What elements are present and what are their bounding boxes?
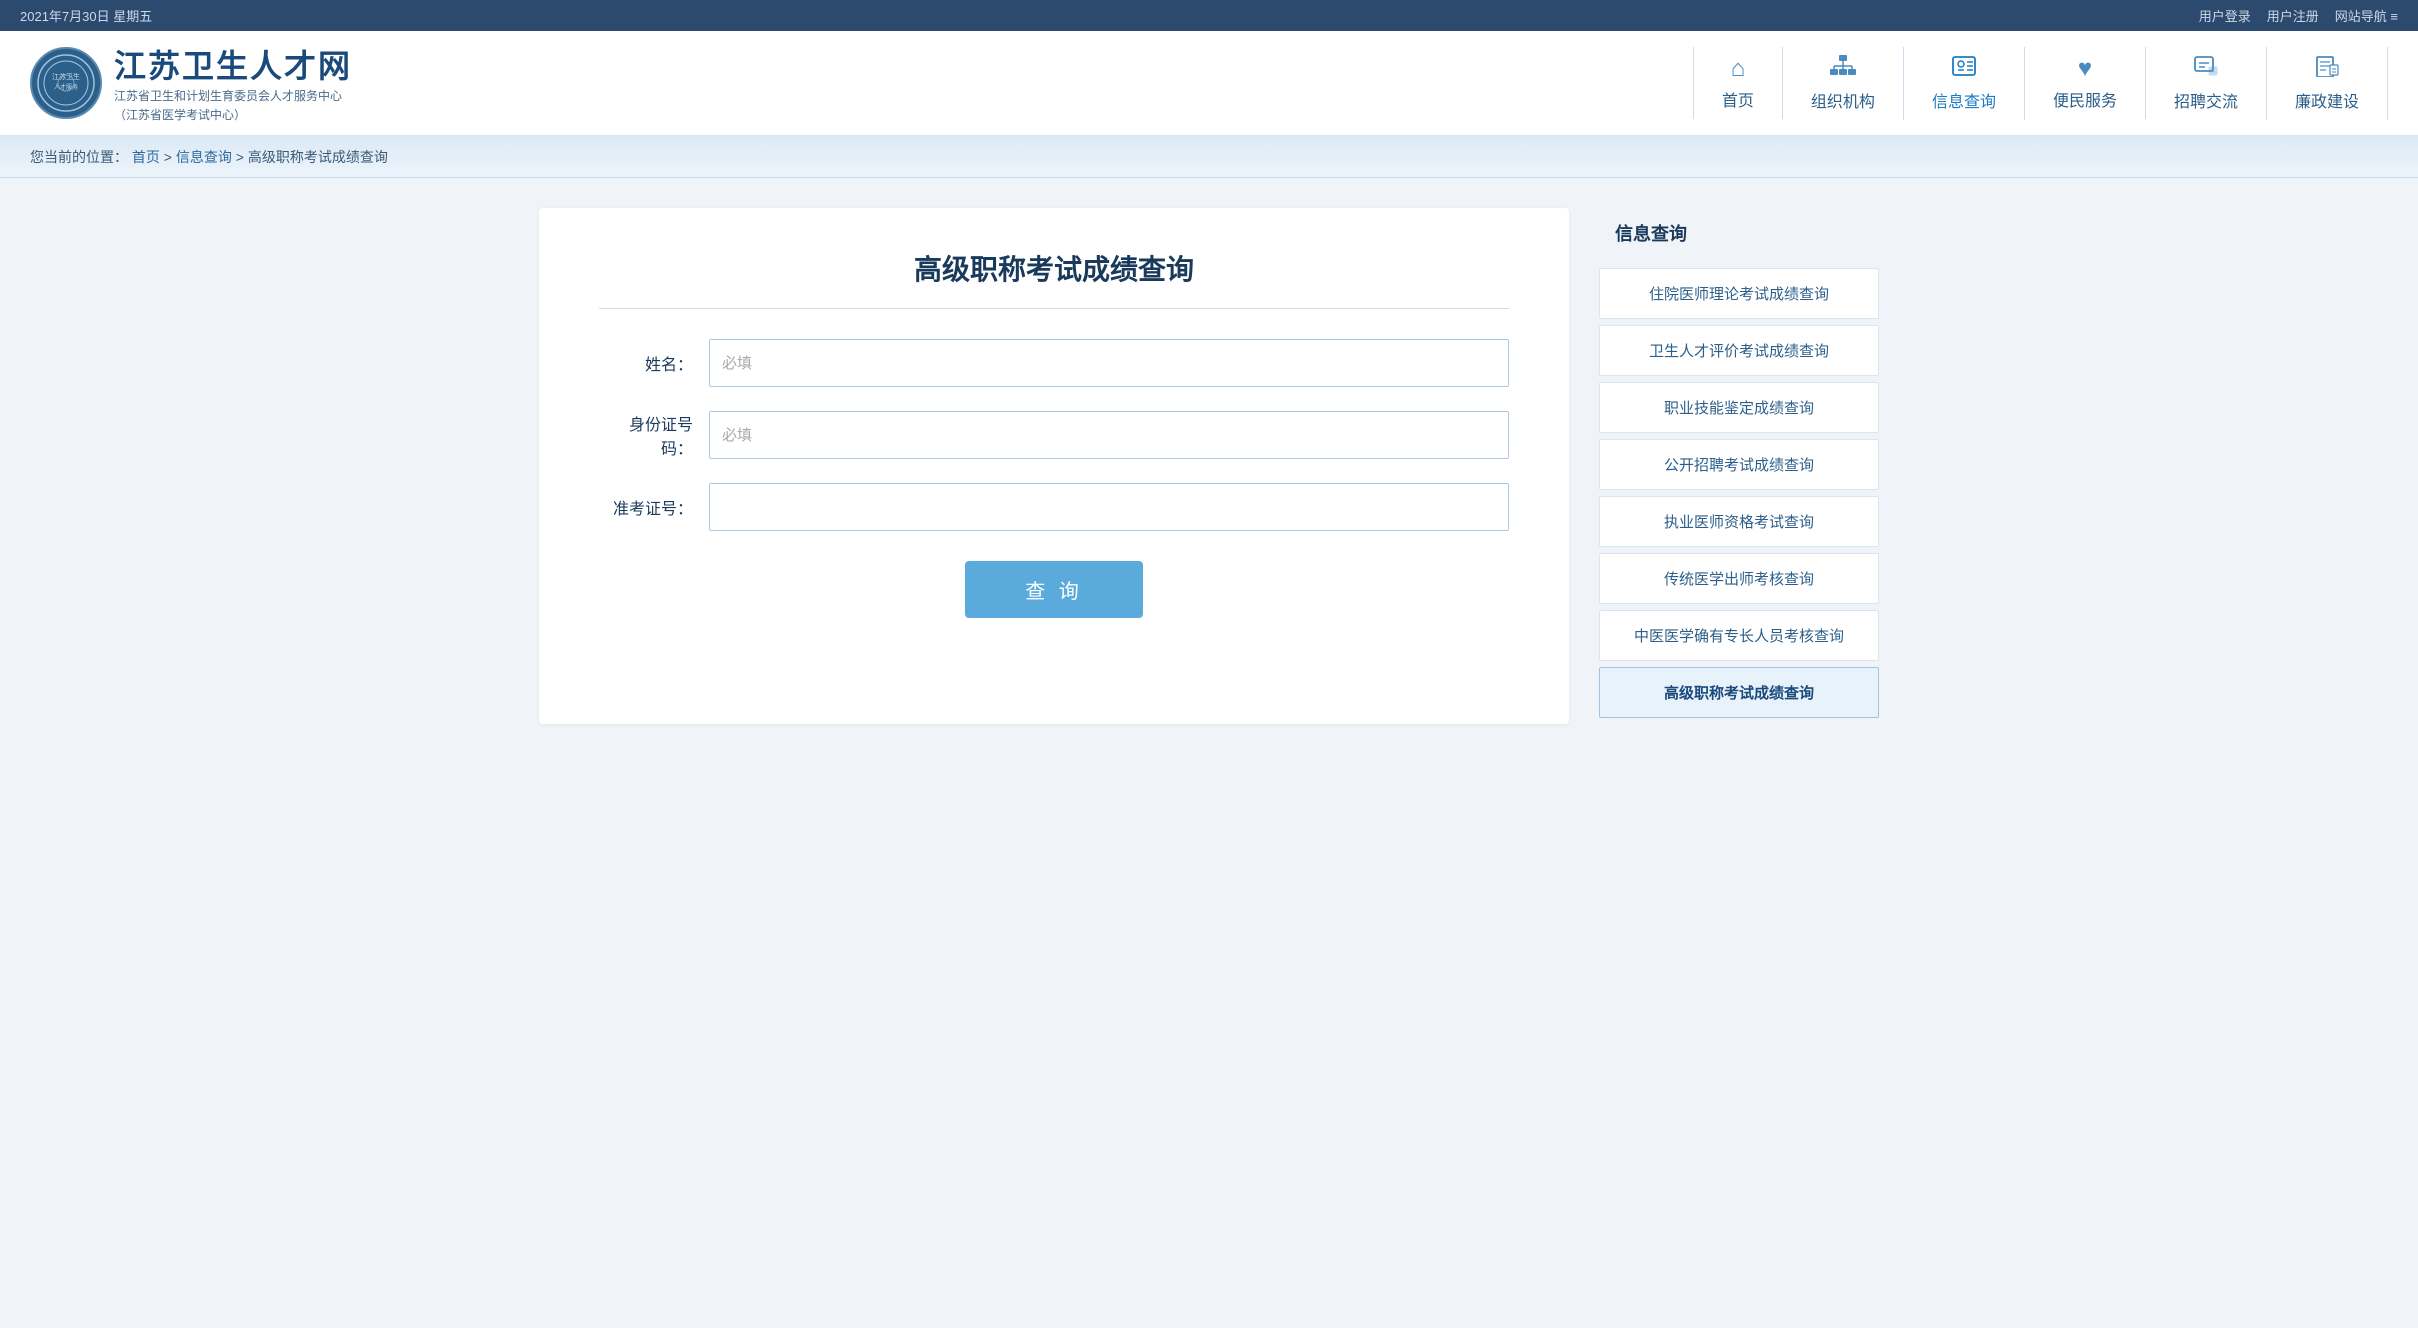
date-display: 2021年7月30日 星期五 <box>20 6 152 25</box>
site-name: 江苏卫生人才网 <box>114 41 352 87</box>
subtitle1: 江苏省卫生和计划生育委员会人才服务中心 <box>114 87 352 106</box>
nav-org[interactable]: 组织机构 <box>1783 47 1904 120</box>
logo-emblem: 江苏卫生 人才服务 <box>30 47 102 119</box>
svg-text:+: + <box>2212 69 2215 75</box>
nav-integrity-label: 廉政建设 <box>2295 88 2359 112</box>
form-title: 高级职称考试成绩查询 <box>599 248 1509 309</box>
nav-integrity[interactable]: 廉政建设 <box>2267 47 2388 120</box>
service-icon: ♥ <box>2078 55 2092 83</box>
nav-home-label: 首页 <box>1722 87 1754 111</box>
breadcrumb-info[interactable]: 信息查询 <box>176 149 232 165</box>
nav-info-label: 信息查询 <box>1932 88 1996 112</box>
nav-service[interactable]: ♥ 便民服务 <box>2025 47 2146 119</box>
breadcrumb-bar: 您当前的位置： 首页 > 信息查询 > 高级职称考试成绩查询 <box>0 137 2418 178</box>
info-icon <box>1951 55 1977 84</box>
breadcrumb-home[interactable]: 首页 <box>132 149 160 165</box>
subtitle2: （江苏省医学考试中心） <box>114 106 352 125</box>
top-bar: 2021年7月30日 星期五 用户登录 用户注册 网站导航 ≡ <box>0 0 2418 31</box>
form-section: 高级职称考试成绩查询 姓名： 身份证号码： 准考证号： 查 询 <box>539 208 1569 724</box>
register-link[interactable]: 用户注册 <box>2267 6 2319 25</box>
nav-info[interactable]: 信息查询 <box>1904 47 2025 120</box>
org-icon <box>1830 55 1856 84</box>
nav-recruit[interactable]: + 招聘交流 <box>2146 47 2267 120</box>
sidebar-title: 信息查询 <box>1599 208 1879 258</box>
name-label: 姓名： <box>599 351 709 375</box>
sidebar-item-vocational[interactable]: 职业技能鉴定成绩查询 <box>1599 382 1879 433</box>
nav-home[interactable]: ⌂ 首页 <box>1693 47 1783 119</box>
sidebar-item-health-talent[interactable]: 卫生人才评价考试成绩查询 <box>1599 325 1879 376</box>
examid-row: 准考证号： <box>599 483 1509 531</box>
sidebar-item-resident[interactable]: 住院医师理论考试成绩查询 <box>1599 268 1879 319</box>
home-icon: ⌂ <box>1731 55 1746 83</box>
breadcrumb-sep1: > <box>164 149 176 165</box>
idcard-label: 身份证号码： <box>599 411 709 459</box>
examid-label: 准考证号： <box>599 495 709 519</box>
idcard-input[interactable] <box>709 411 1509 459</box>
recruit-icon: + <box>2193 55 2219 84</box>
top-bar-actions: 用户登录 用户注册 网站导航 ≡ <box>2199 6 2398 25</box>
name-input[interactable] <box>709 339 1509 387</box>
logo-area: 江苏卫生 人才服务 江苏卫生人才网 江苏省卫生和计划生育委员会人才服务中心 （江… <box>30 41 352 125</box>
header: 江苏卫生 人才服务 江苏卫生人才网 江苏省卫生和计划生育委员会人才服务中心 （江… <box>0 31 2418 137</box>
name-row: 姓名： <box>599 339 1509 387</box>
sidebar: 信息查询 住院医师理论考试成绩查询 卫生人才评价考试成绩查询 职业技能鉴定成绩查… <box>1599 208 1879 724</box>
sidebar-item-open-recruit[interactable]: 公开招聘考试成绩查询 <box>1599 439 1879 490</box>
integrity-icon <box>2314 55 2340 84</box>
idcard-row: 身份证号码： <box>599 411 1509 459</box>
examid-input[interactable] <box>709 483 1509 531</box>
breadcrumb-sep2: > <box>236 149 248 165</box>
main-nav: ⌂ 首页 组织机构 <box>352 47 2388 120</box>
main-content: 高级职称考试成绩查询 姓名： 身份证号码： 准考证号： 查 询 信息查询 住院医… <box>509 178 1909 754</box>
nav-org-label: 组织机构 <box>1811 88 1875 112</box>
breadcrumb-current: 高级职称考试成绩查询 <box>248 149 388 165</box>
logo-text: 江苏卫生人才网 江苏省卫生和计划生育委员会人才服务中心 （江苏省医学考试中心） <box>114 41 352 125</box>
query-button[interactable]: 查 询 <box>965 561 1143 618</box>
nav-service-label: 便民服务 <box>2053 87 2117 111</box>
svg-text:江苏卫生: 江苏卫生 <box>52 72 80 81</box>
sidebar-item-traditional[interactable]: 传统医学出师考核查询 <box>1599 553 1879 604</box>
menu-icon: ≡ <box>2390 9 2398 24</box>
sidebar-item-licensed-doctor[interactable]: 执业医师资格考试查询 <box>1599 496 1879 547</box>
nav-recruit-label: 招聘交流 <box>2174 88 2238 112</box>
site-nav-link[interactable]: 网站导航 ≡ <box>2335 6 2398 25</box>
sidebar-item-tcm-expert[interactable]: 中医医学确有专长人员考核查询 <box>1599 610 1879 661</box>
sidebar-item-senior-title[interactable]: 高级职称考试成绩查询 <box>1599 667 1879 718</box>
login-link[interactable]: 用户登录 <box>2199 6 2251 25</box>
breadcrumb-prefix: 您当前的位置： <box>30 149 128 165</box>
